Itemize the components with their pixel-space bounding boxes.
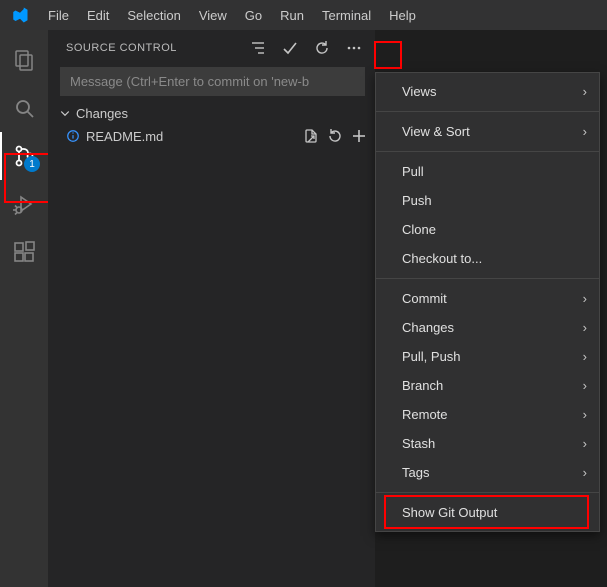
menu-label: Changes	[402, 320, 454, 335]
menu-checkout[interactable]: Checkout to...	[376, 244, 599, 273]
menu-pull[interactable]: Pull	[376, 157, 599, 186]
menubar: File Edit Selection View Go Run Terminal…	[0, 0, 607, 30]
menu-file[interactable]: File	[40, 4, 77, 27]
commit-message-input[interactable]	[60, 67, 365, 96]
menu-push[interactable]: Push	[376, 186, 599, 215]
menu-separator	[376, 111, 599, 112]
menu-go[interactable]: Go	[237, 4, 270, 27]
menu-views[interactable]: Views ›	[376, 77, 599, 106]
chevron-right-icon: ›	[583, 436, 587, 451]
activity-explorer[interactable]	[0, 36, 48, 84]
menu-remote[interactable]: Remote ›	[376, 400, 599, 429]
menu-pull-push[interactable]: Pull, Push ›	[376, 342, 599, 371]
menu-label: Stash	[402, 436, 435, 451]
menu-clone[interactable]: Clone	[376, 215, 599, 244]
vscode-icon	[10, 5, 30, 25]
chevron-right-icon: ›	[583, 124, 587, 139]
activity-extensions[interactable]	[0, 228, 48, 276]
menu-label: Tags	[402, 465, 429, 480]
chevron-right-icon: ›	[583, 378, 587, 393]
menu-label: Views	[402, 84, 436, 99]
menu-stash[interactable]: Stash ›	[376, 429, 599, 458]
menu-label: Branch	[402, 378, 443, 393]
menu-separator	[376, 278, 599, 279]
menu-label: Pull, Push	[402, 349, 461, 364]
chevron-right-icon: ›	[583, 349, 587, 364]
chevron-right-icon: ›	[583, 320, 587, 335]
changes-section[interactable]: Changes	[48, 102, 375, 124]
menu-changes[interactable]: Changes ›	[376, 313, 599, 342]
file-info-icon	[66, 129, 80, 143]
menu-label: View & Sort	[402, 124, 470, 139]
menu-label: Checkout to...	[402, 251, 482, 266]
highlight-more-actions	[374, 41, 402, 69]
changed-file-row[interactable]: README.md	[48, 124, 375, 148]
commit-icon[interactable]	[279, 37, 301, 59]
menu-selection[interactable]: Selection	[119, 4, 188, 27]
menu-label: Show Git Output	[402, 505, 497, 520]
menu-branch[interactable]: Branch ›	[376, 371, 599, 400]
chevron-down-icon	[58, 107, 72, 119]
chevron-right-icon: ›	[583, 84, 587, 99]
file-name: README.md	[86, 129, 297, 144]
menu-view-sort[interactable]: View & Sort ›	[376, 117, 599, 146]
menu-show-git-output[interactable]: Show Git Output	[376, 498, 599, 527]
menu-terminal[interactable]: Terminal	[314, 4, 379, 27]
discard-changes-icon[interactable]	[327, 128, 343, 144]
menu-label: Remote	[402, 407, 448, 422]
activity-search[interactable]	[0, 84, 48, 132]
menu-view[interactable]: View	[191, 4, 235, 27]
menu-label: Commit	[402, 291, 447, 306]
menu-commit[interactable]: Commit ›	[376, 284, 599, 313]
menu-label: Push	[402, 193, 432, 208]
open-file-icon[interactable]	[303, 128, 319, 144]
scm-context-menu: Views › View & Sort › Pull Push Clone Ch…	[375, 72, 600, 532]
scm-badge: 1	[24, 156, 40, 172]
view-as-tree-icon[interactable]	[247, 37, 269, 59]
menu-label: Pull	[402, 164, 424, 179]
chevron-right-icon: ›	[583, 465, 587, 480]
changes-label: Changes	[76, 106, 128, 121]
menu-tags[interactable]: Tags ›	[376, 458, 599, 487]
panel-header: SOURCE CONTROL	[48, 30, 375, 65]
chevron-right-icon: ›	[583, 291, 587, 306]
menu-help[interactable]: Help	[381, 4, 424, 27]
menu-separator	[376, 492, 599, 493]
refresh-icon[interactable]	[311, 37, 333, 59]
stage-changes-icon[interactable]	[351, 128, 367, 144]
menu-edit[interactable]: Edit	[79, 4, 117, 27]
menu-run[interactable]: Run	[272, 4, 312, 27]
menu-separator	[376, 151, 599, 152]
activity-bar: 1	[0, 30, 48, 587]
more-actions-icon[interactable]	[343, 37, 365, 59]
chevron-right-icon: ›	[583, 407, 587, 422]
source-control-panel: SOURCE CONTROL Changes README.	[48, 30, 375, 587]
panel-title: SOURCE CONTROL	[66, 42, 241, 54]
activity-source-control[interactable]: 1	[0, 132, 48, 180]
activity-run-debug[interactable]	[0, 180, 48, 228]
menu-label: Clone	[402, 222, 436, 237]
